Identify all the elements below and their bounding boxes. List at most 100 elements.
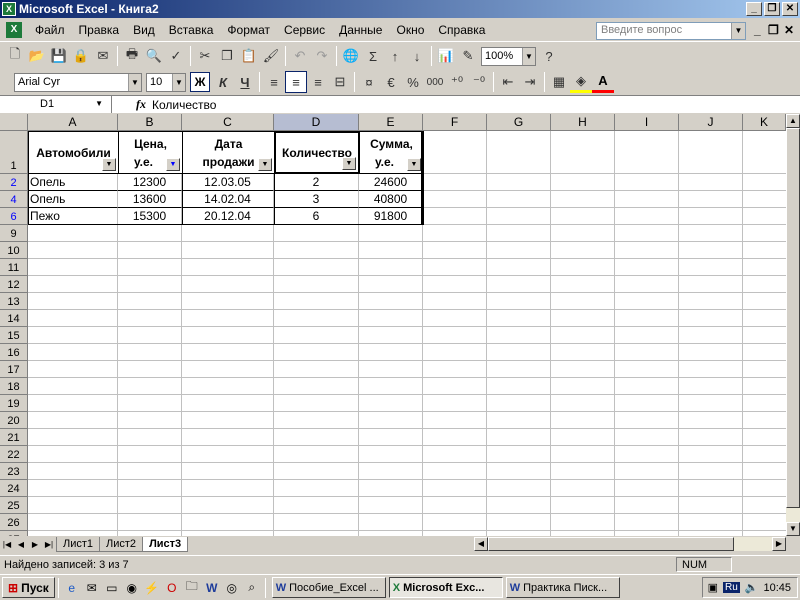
table-cell[interactable]: 12.03.05 xyxy=(182,174,274,191)
permission-icon[interactable]: 🔒 xyxy=(70,45,92,67)
chevron-down-icon[interactable]: ▼ xyxy=(128,73,141,91)
prev-sheet-icon[interactable]: ◀ xyxy=(14,540,28,549)
header-cell-c[interactable]: Дата продажи ▼ xyxy=(182,131,275,174)
scroll-down-icon[interactable]: ▼ xyxy=(786,522,800,536)
col-header-e[interactable]: E xyxy=(359,114,423,131)
row-header[interactable]: 19 xyxy=(0,395,28,412)
row-header[interactable]: 2 xyxy=(0,174,28,191)
table-cell[interactable]: 12300 xyxy=(118,174,182,191)
formula-input[interactable]: Количество xyxy=(152,98,216,112)
name-box[interactable]: D1 ▼ xyxy=(0,96,112,113)
table-cell[interactable]: 91800 xyxy=(359,208,423,225)
language-indicator[interactable]: Ru xyxy=(722,582,740,593)
menu-help[interactable]: Справка xyxy=(431,23,492,37)
row-header[interactable]: 22 xyxy=(0,446,28,463)
col-header-k[interactable]: K xyxy=(743,114,786,131)
print-preview-icon[interactable]: 🔍 xyxy=(143,45,165,67)
row-header[interactable]: 24 xyxy=(0,480,28,497)
copy-icon[interactable]: ❐ xyxy=(216,45,238,67)
table-cell[interactable]: 15300 xyxy=(118,208,182,225)
zoom-select[interactable]: 100% ▼ xyxy=(481,46,536,66)
filter-arrow-icon[interactable]: ▼ xyxy=(407,158,421,171)
table-cell[interactable]: 2 xyxy=(274,174,359,191)
row-header[interactable]: 23 xyxy=(0,463,28,480)
table-cell[interactable]: Опель xyxy=(28,174,118,191)
euro-icon[interactable]: € xyxy=(380,71,402,93)
drawing-icon[interactable]: ✎ xyxy=(457,45,479,67)
tab-sheet3[interactable]: Лист3 xyxy=(142,537,189,552)
increase-decimal-icon[interactable]: ⁺⁰ xyxy=(446,71,468,93)
doc-restore-button[interactable]: ❐ xyxy=(768,23,779,37)
row-header[interactable]: 6 xyxy=(0,208,28,225)
fx-button[interactable]: fx xyxy=(112,97,152,112)
table-cell[interactable]: 6 xyxy=(274,208,359,225)
row-header[interactable]: 4 xyxy=(0,191,28,208)
italic-button[interactable]: К xyxy=(212,71,234,93)
row-header[interactable]: 10 xyxy=(0,242,28,259)
first-sheet-icon[interactable]: |◀ xyxy=(0,540,14,549)
decrease-decimal-icon[interactable]: ⁻⁰ xyxy=(468,71,490,93)
row-header[interactable]: 9 xyxy=(0,225,28,242)
thousands-button[interactable]: 000 xyxy=(424,71,446,93)
minimize-button[interactable]: _ xyxy=(746,2,762,16)
sort-asc-icon[interactable]: ↑ xyxy=(384,45,406,67)
word-icon[interactable]: W xyxy=(202,578,222,598)
row-header[interactable]: 11 xyxy=(0,259,28,276)
save-icon[interactable]: 💾 xyxy=(48,45,70,67)
table-cell[interactable]: Пежо xyxy=(28,208,118,225)
font-name-select[interactable]: Arial Cyr ▼ xyxy=(14,72,142,92)
worksheet-grid[interactable]: A B C D E F G H I J K 1 2 4 6 9 10 11 12 13 14 15 1… xyxy=(0,114,786,536)
row-header[interactable]: 16 xyxy=(0,344,28,361)
cut-icon[interactable]: ✂ xyxy=(194,45,216,67)
task-word-practice[interactable]: W Практика Писк... xyxy=(505,577,620,598)
chart-wizard-icon[interactable]: 📊 xyxy=(435,45,457,67)
menu-tools[interactable]: Сервис xyxy=(277,23,332,37)
opera-icon[interactable]: O xyxy=(162,578,182,598)
filter-arrow-icon[interactable]: ▼ xyxy=(166,158,180,171)
increase-indent-icon[interactable]: ⇥ xyxy=(519,71,541,93)
ie-icon[interactable]: e xyxy=(62,578,82,598)
tab-sheet1[interactable]: Лист1 xyxy=(56,537,101,552)
table-cell[interactable]: 24600 xyxy=(359,174,423,191)
bold-button[interactable]: Ж xyxy=(190,72,210,92)
network-icon[interactable]: ▣ xyxy=(708,581,718,594)
menu-edit[interactable]: Правка xyxy=(72,23,127,37)
scroll-left-icon[interactable]: ◀ xyxy=(474,537,488,551)
new-icon[interactable]: 🗋 xyxy=(4,45,26,67)
scroll-up-icon[interactable]: ▲ xyxy=(786,114,800,128)
autosum-icon[interactable]: Σ xyxy=(362,45,384,67)
sort-desc-icon[interactable]: ↓ xyxy=(406,45,428,67)
spelling-icon[interactable]: ✓ xyxy=(165,45,187,67)
doc-minimize-button[interactable]: _ xyxy=(754,23,761,37)
print-icon[interactable]: 🖶 xyxy=(121,45,143,67)
undo-icon[interactable]: ↶ xyxy=(289,45,311,67)
col-header-c[interactable]: C xyxy=(182,114,274,131)
outlook-icon[interactable]: ✉ xyxy=(82,578,102,598)
row-header[interactable]: 14 xyxy=(0,310,28,327)
desktop-icon[interactable]: ▭ xyxy=(102,578,122,598)
horizontal-scrollbar[interactable]: ◀ ▶ xyxy=(474,537,786,551)
chevron-down-icon[interactable]: ▼ xyxy=(95,99,103,108)
col-header-j[interactable]: J xyxy=(679,114,743,131)
col-header-g[interactable]: G xyxy=(487,114,551,131)
underline-button[interactable]: Ч xyxy=(234,71,256,93)
merge-center-icon[interactable]: ⊟ xyxy=(329,71,351,93)
row-header[interactable]: 12 xyxy=(0,276,28,293)
header-cell-d-selected[interactable]: Количество ▼ xyxy=(274,131,360,174)
currency-icon[interactable]: ¤ xyxy=(358,71,380,93)
table-cell[interactable]: Опель xyxy=(28,191,118,208)
filter-arrow-icon[interactable]: ▼ xyxy=(342,157,356,170)
row-header[interactable]: 13 xyxy=(0,293,28,310)
help-icon[interactable]: ? xyxy=(538,45,560,67)
scroll-right-icon[interactable]: ▶ xyxy=(772,537,786,551)
align-center-icon[interactable]: ≡ xyxy=(285,71,307,93)
next-sheet-icon[interactable]: ▶ xyxy=(28,540,42,549)
select-all-corner[interactable] xyxy=(0,114,28,131)
menu-file[interactable]: Файл xyxy=(28,23,72,37)
menu-format[interactable]: Формат xyxy=(220,23,277,37)
row-header[interactable]: 17 xyxy=(0,361,28,378)
redo-icon[interactable]: ↷ xyxy=(311,45,333,67)
table-cell[interactable]: 40800 xyxy=(359,191,423,208)
open-icon[interactable]: 📂 xyxy=(26,45,48,67)
task-excel[interactable]: X Microsoft Exc... xyxy=(388,577,503,598)
